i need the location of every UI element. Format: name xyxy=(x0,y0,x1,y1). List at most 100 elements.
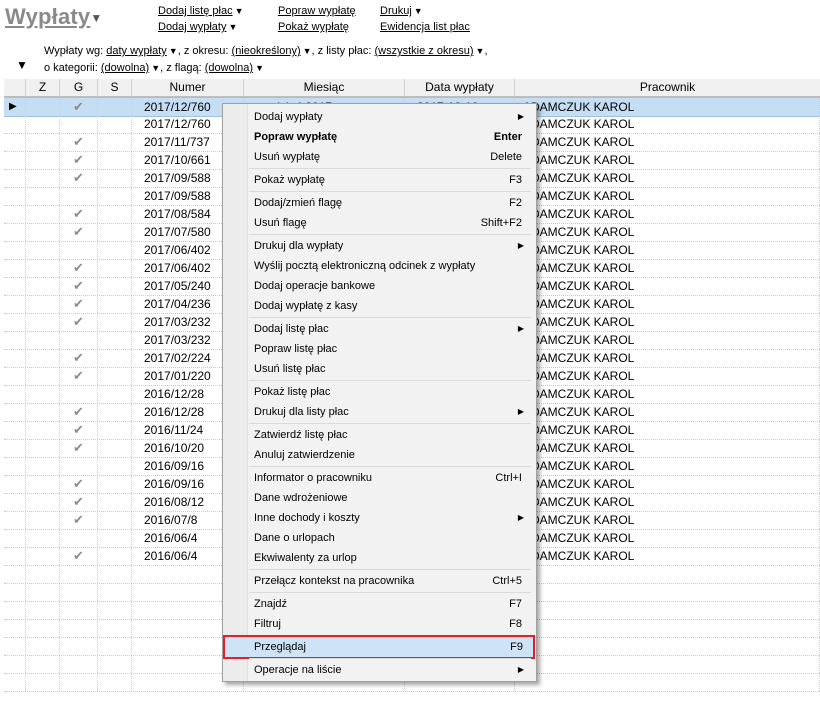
menu-item-usun-flage[interactable]: Usuń flagę Shift+F2 xyxy=(247,213,532,233)
menu-item-label: Dane o urlopach xyxy=(254,532,335,544)
pracownik-cell: ADAMCZUK KAROL xyxy=(515,187,820,205)
s-cell xyxy=(98,115,132,133)
s-cell xyxy=(98,583,132,601)
z-cell xyxy=(26,583,60,601)
pracownik-cell: ADAMCZUK KAROL xyxy=(515,98,820,116)
row-indicator-cell xyxy=(4,133,26,151)
s-cell xyxy=(98,529,132,547)
z-cell xyxy=(26,295,60,313)
category-select[interactable]: (dowolna) ▼ xyxy=(101,62,160,74)
z-cell xyxy=(26,133,60,151)
edit-payment-link[interactable]: Popraw wypłatę xyxy=(278,5,356,17)
menu-item-zatwierdz-liste-pac[interactable]: Zatwierdź listę płac xyxy=(247,425,532,445)
s-cell xyxy=(98,637,132,655)
column-header-pracownik[interactable]: Pracownik xyxy=(515,79,820,97)
payroll-list-select[interactable]: (wszystkie z okresu) ▼ xyxy=(375,45,485,57)
menu-item-drukuj-dla-listy-pac[interactable]: Drukuj dla listy płac ▶ xyxy=(247,402,532,422)
row-indicator-cell xyxy=(4,223,26,241)
pracownik-cell: ADAMCZUK KAROL xyxy=(515,313,820,331)
pracownik-cell: ADAMCZUK KAROL xyxy=(515,169,820,187)
menu-item-dane-wdrozeniowe[interactable]: Dane wdrożeniowe xyxy=(247,488,532,508)
z-cell xyxy=(26,493,60,511)
menu-separator xyxy=(249,234,531,235)
row-indicator-cell xyxy=(4,277,26,295)
menu-item-wyslij-poczta-elektroniczna-odcinek-z-wypaty[interactable]: Wyślij pocztą elektroniczną odcinek z wy… xyxy=(247,256,532,276)
menu-item-popraw-wypate[interactable]: Popraw wypłatę Enter xyxy=(247,127,532,147)
g-cell: ✔ xyxy=(60,169,98,187)
menu-separator xyxy=(249,635,531,636)
g-cell xyxy=(60,241,98,259)
menu-item-label: Wyślij pocztą elektroniczną odcinek z wy… xyxy=(254,260,476,272)
filter-line-1: Wypłaty wg: daty wypłaty ▼, z okresu: (ni… xyxy=(44,45,488,57)
menu-item-dodaj-liste-pac[interactable]: Dodaj listę płac ▶ xyxy=(247,319,532,339)
menu-item-dodaj-wypaty[interactable]: Dodaj wypłaty ▶ xyxy=(247,107,532,127)
z-cell xyxy=(26,205,60,223)
menu-item-pokaz-wypate[interactable]: Pokaż wypłatę F3 xyxy=(247,170,532,190)
menu-item-ekwiwalenty-za-urlop[interactable]: Ekwiwalenty za urlop xyxy=(247,548,532,568)
z-cell xyxy=(26,385,60,403)
print-link[interactable]: Drukuj ▼ xyxy=(380,5,423,17)
menu-item-filtruj[interactable]: Filtruj F8 xyxy=(247,614,532,634)
menu-item-popraw-liste-pac[interactable]: Popraw listę płac xyxy=(247,339,532,359)
pracownik-cell: ADAMCZUK KAROL xyxy=(515,205,820,223)
column-header-s[interactable]: S xyxy=(98,79,132,97)
menu-item-label: Popraw listę płac xyxy=(254,343,338,355)
menu-separator xyxy=(249,380,531,381)
page-title[interactable]: Wypłaty▼ xyxy=(5,4,102,30)
column-header-miesiac[interactable]: Miesiąc xyxy=(244,79,405,97)
menu-item-label: Filtruj xyxy=(254,618,281,630)
pracownik-cell: ADAMCZUK KAROL xyxy=(515,529,820,547)
s-cell xyxy=(98,565,132,583)
row-indicator-cell xyxy=(4,367,26,385)
column-header-g[interactable]: G xyxy=(60,79,98,97)
menu-item-label: Usuń wypłatę xyxy=(254,151,321,163)
menu-item-pokaz-liste-pac[interactable]: Pokaż listę płac xyxy=(247,382,532,402)
menu-item-usun-liste-pac[interactable]: Usuń listę płac xyxy=(247,359,532,379)
menu-item-label: Dodaj/zmień flagę xyxy=(254,197,343,209)
period-select[interactable]: (nieokreślony) ▼ xyxy=(232,45,312,57)
submenu-arrow-icon: ▶ xyxy=(517,241,524,250)
pracownik-cell: ADAMCZUK KAROL xyxy=(515,439,820,457)
show-payment-link[interactable]: Pokaż wypłatę xyxy=(278,21,349,33)
z-cell xyxy=(26,439,60,457)
pracownik-cell: ADAMCZUK KAROL xyxy=(515,403,820,421)
filter-by-select[interactable]: daty wypłaty ▼ xyxy=(106,45,177,57)
menu-item-informator-o-pracowniku[interactable]: Informator o pracowniku Ctrl+I xyxy=(247,468,532,488)
add-payroll-list-link[interactable]: Dodaj listę płac ▼ xyxy=(158,5,244,17)
column-header-numer[interactable]: Numer xyxy=(132,79,244,97)
menu-item-przegladaj[interactable]: Przeglądaj F9 xyxy=(223,635,535,659)
menu-item-anuluj-zatwierdzenie[interactable]: Anuluj zatwierdzenie xyxy=(247,445,532,465)
menu-item-shortcut: Delete xyxy=(490,151,522,163)
payroll-register-link[interactable]: Ewidencja list płac xyxy=(380,21,470,33)
menu-item-inne-dochody-i-koszty[interactable]: Inne dochody i koszty ▶ xyxy=(247,508,532,528)
menu-item-label: Zatwierdź listę płac xyxy=(254,429,348,441)
menu-item-dodajzmien-flage[interactable]: Dodaj/zmień flagę F2 xyxy=(247,193,532,213)
flag-select[interactable]: (dowolna) ▼ xyxy=(205,62,264,74)
add-payments-link[interactable]: Dodaj wypłaty ▼ xyxy=(158,21,237,33)
submenu-arrow-icon: ▶ xyxy=(517,665,524,674)
z-cell xyxy=(26,349,60,367)
z-cell xyxy=(26,259,60,277)
menu-item-usun-wypate[interactable]: Usuń wypłatę Delete xyxy=(247,147,532,167)
row-indicator-cell xyxy=(4,583,26,601)
z-cell xyxy=(26,457,60,475)
menu-item-drukuj-dla-wypaty[interactable]: Drukuj dla wypłaty ▶ xyxy=(247,236,532,256)
menu-item-przeacz-kontekst-na-pracownika[interactable]: Przełącz kontekst na pracownika Ctrl+5 xyxy=(247,571,532,591)
dropdown-icon: ▼ xyxy=(413,6,423,16)
menu-item-dodaj-wypate-z-kasy[interactable]: Dodaj wypłatę z kasy xyxy=(247,296,532,316)
column-header-z[interactable]: Z xyxy=(26,79,60,97)
filter-toggle-icon[interactable]: ▼ xyxy=(16,58,28,72)
menu-item-dane-o-urlopach[interactable]: Dane o urlopach xyxy=(247,528,532,548)
s-cell xyxy=(98,151,132,169)
row-indicator-cell xyxy=(4,493,26,511)
s-cell xyxy=(98,385,132,403)
g-cell: ✔ xyxy=(60,313,98,331)
menu-item-dodaj-operacje-bankowe[interactable]: Dodaj operacje bankowe xyxy=(247,276,532,296)
s-cell xyxy=(98,331,132,349)
g-cell xyxy=(60,331,98,349)
g-cell: ✔ xyxy=(60,403,98,421)
menu-item-operacje-na-liscie[interactable]: Operacje na liście ▶ xyxy=(247,660,532,680)
menu-separator xyxy=(249,466,531,467)
menu-item-znajdz[interactable]: Znajdź F7 xyxy=(247,594,532,614)
column-header-data[interactable]: Data wypłaty xyxy=(405,79,515,97)
